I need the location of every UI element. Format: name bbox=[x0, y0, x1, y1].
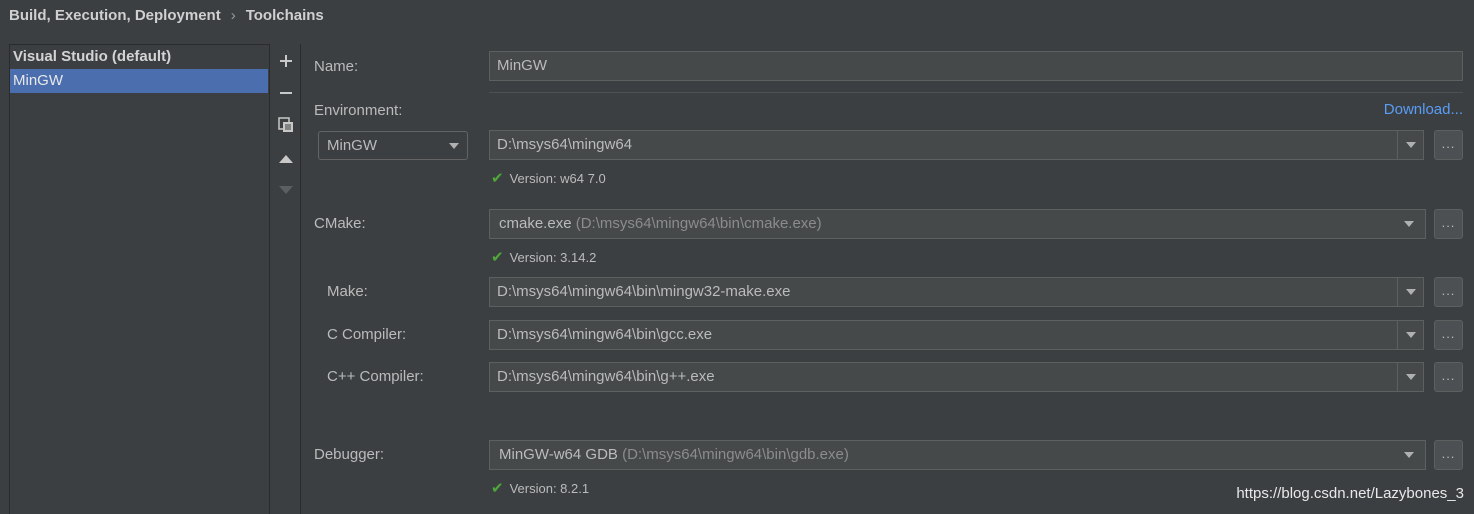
debugger-value: MinGW-w64 GDB bbox=[499, 446, 618, 463]
cpp-compiler-label: C++ Compiler: bbox=[327, 368, 424, 385]
watermark: https://blog.csdn.net/Lazybones_3 bbox=[1236, 485, 1464, 502]
debugger-version-text: Version: 8.2.1 bbox=[510, 481, 590, 496]
add-toolchain-button[interactable] bbox=[270, 47, 301, 75]
debugger-label: Debugger: bbox=[314, 446, 384, 463]
cmake-select[interactable]: cmake.exe (D:\msys64\mingw64\bin\cmake.e… bbox=[489, 209, 1426, 239]
plus-icon bbox=[279, 54, 293, 68]
cmake-label: CMake: bbox=[314, 215, 366, 232]
c-compiler-input[interactable]: D:\msys64\mingw64\bin\gcc.exe bbox=[489, 320, 1398, 350]
cmake-version: ✔ Version: 3.14.2 bbox=[491, 248, 596, 266]
chevron-right-icon: › bbox=[231, 7, 236, 24]
toolchain-toolbar bbox=[270, 44, 301, 514]
environment-browse-button[interactable]: ... bbox=[1434, 130, 1463, 160]
debugger-path: (D:\msys64\mingw64\bin\gdb.exe) bbox=[622, 446, 849, 463]
download-link[interactable]: Download... bbox=[1384, 101, 1463, 118]
environment-label: Environment: bbox=[314, 102, 402, 119]
c-compiler-dropdown[interactable] bbox=[1397, 320, 1424, 350]
cpp-compiler-dropdown[interactable] bbox=[1397, 362, 1424, 392]
make-path-dropdown[interactable] bbox=[1397, 277, 1424, 307]
breadcrumb-current: Toolchains bbox=[246, 7, 324, 24]
check-icon: ✔ bbox=[491, 249, 504, 266]
move-down-button[interactable] bbox=[270, 176, 301, 204]
environment-path-input[interactable]: D:\msys64\mingw64 bbox=[489, 130, 1398, 160]
check-icon: ✔ bbox=[491, 170, 504, 187]
environment-version: ✔ Version: w64 7.0 bbox=[491, 169, 606, 187]
divider bbox=[489, 92, 1463, 93]
environment-version-text: Version: w64 7.0 bbox=[510, 171, 606, 186]
minus-icon bbox=[279, 86, 293, 100]
cmake-version-text: Version: 3.14.2 bbox=[510, 250, 597, 265]
chevron-down-icon bbox=[1406, 374, 1416, 380]
name-input[interactable]: MinGW bbox=[489, 51, 1463, 81]
name-label: Name: bbox=[314, 58, 358, 75]
make-label: Make: bbox=[327, 283, 368, 300]
environment-type-value: MinGW bbox=[327, 137, 377, 154]
breadcrumb: Build, Execution, Deployment › Toolchains bbox=[9, 7, 324, 24]
toolchain-item-mingw[interactable]: MinGW bbox=[10, 69, 268, 93]
chevron-down-icon bbox=[1406, 332, 1416, 338]
environment-type-select[interactable]: MinGW bbox=[318, 131, 468, 160]
copy-icon bbox=[278, 117, 294, 133]
make-browse-button[interactable]: ... bbox=[1434, 277, 1463, 307]
arrow-up-icon bbox=[279, 154, 293, 164]
toolchain-list: Visual Studio (default) MinGW bbox=[9, 44, 270, 514]
c-compiler-label: C Compiler: bbox=[327, 326, 406, 343]
chevron-down-icon[interactable] bbox=[1404, 221, 1414, 227]
make-path-input[interactable]: D:\msys64\mingw64\bin\mingw32-make.exe bbox=[489, 277, 1398, 307]
chevron-down-icon bbox=[1406, 142, 1416, 148]
chevron-down-icon bbox=[1406, 289, 1416, 295]
cmake-value: cmake.exe bbox=[499, 215, 572, 232]
check-icon: ✔ bbox=[491, 480, 504, 497]
environment-path-dropdown[interactable] bbox=[1397, 130, 1424, 160]
chevron-down-icon bbox=[449, 143, 459, 149]
debugger-select[interactable]: MinGW-w64 GDB (D:\msys64\mingw64\bin\gdb… bbox=[489, 440, 1426, 470]
c-compiler-browse-button[interactable]: ... bbox=[1434, 320, 1463, 350]
move-up-button[interactable] bbox=[270, 145, 301, 173]
debugger-version: ✔ Version: 8.2.1 bbox=[491, 479, 589, 497]
toolchain-item-visual-studio[interactable]: Visual Studio (default) bbox=[10, 45, 269, 69]
remove-toolchain-button[interactable] bbox=[270, 79, 301, 107]
arrow-down-icon bbox=[279, 185, 293, 195]
chevron-down-icon[interactable] bbox=[1404, 452, 1414, 458]
cpp-compiler-input[interactable]: D:\msys64\mingw64\bin\g++.exe bbox=[489, 362, 1398, 392]
copy-toolchain-button[interactable] bbox=[270, 111, 301, 139]
debugger-browse-button[interactable]: ... bbox=[1434, 440, 1463, 470]
cmake-browse-button[interactable]: ... bbox=[1434, 209, 1463, 239]
cmake-path: (D:\msys64\mingw64\bin\cmake.exe) bbox=[576, 215, 822, 232]
cpp-compiler-browse-button[interactable]: ... bbox=[1434, 362, 1463, 392]
breadcrumb-parent[interactable]: Build, Execution, Deployment bbox=[9, 7, 221, 24]
